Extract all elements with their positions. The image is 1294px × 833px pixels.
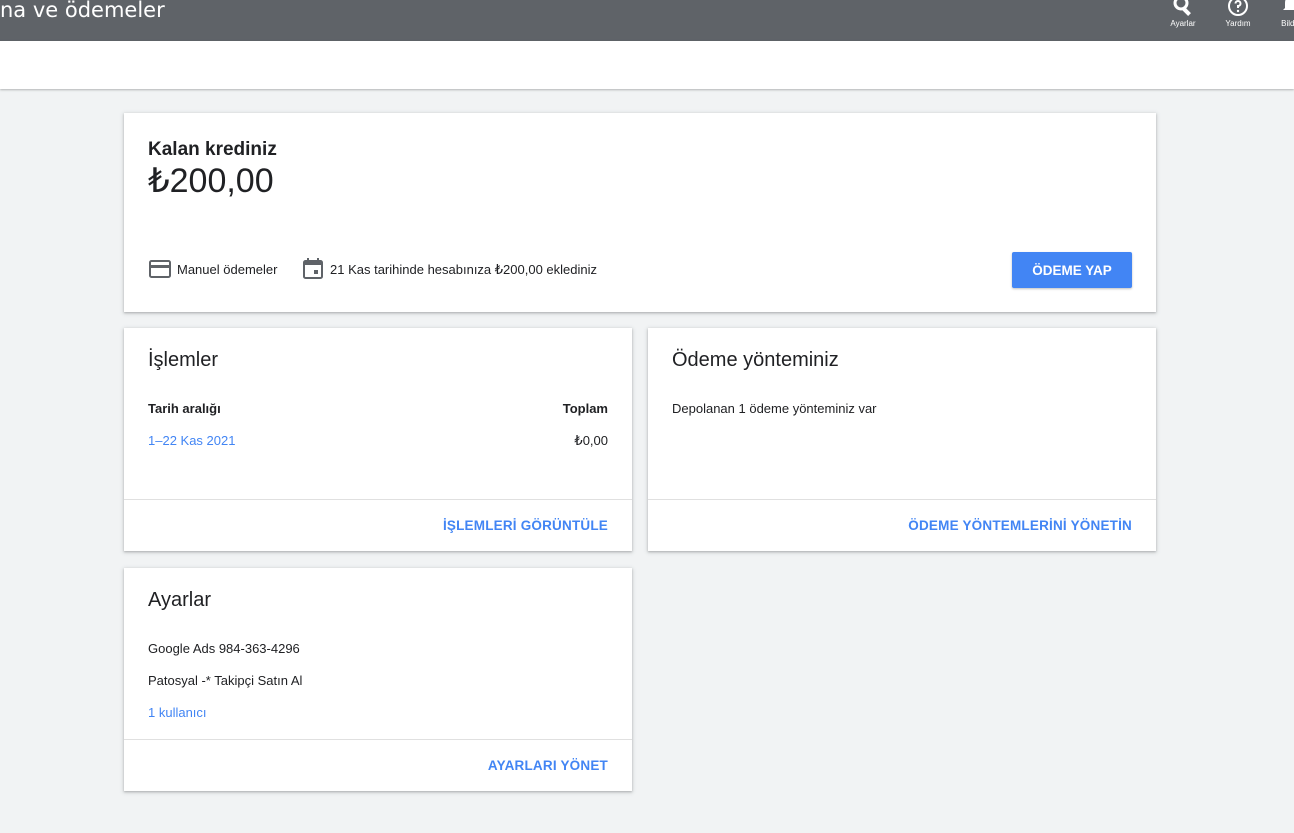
- credit-card: Kalan krediniz ₺200,00 Manuel ödemeler 2…: [124, 113, 1156, 312]
- help-icon: [1228, 0, 1248, 16]
- bell-icon: [1283, 0, 1294, 10]
- account-name: Patosyal -* Takipçi Satın Al: [148, 673, 303, 688]
- tool-settings-label: Ayarlar: [1170, 19, 1196, 28]
- payment-method-card: Ödeme yönteminiz Depolanan 1 ödeme yönte…: [648, 328, 1156, 551]
- account-id: Google Ads 984-363-4296: [148, 641, 300, 656]
- divider: [124, 739, 632, 740]
- top-app-bar: na ve ödemeler Ayarlar Yardım Bildir: [0, 0, 1294, 41]
- transactions-card: İşlemler Tarih aralığı Toplam 1–22 Kas 2…: [124, 328, 632, 551]
- credit-card-icon: [149, 260, 171, 278]
- date-range-link[interactable]: 1–22 Kas 2021: [148, 433, 235, 448]
- payment-method-title: Ödeme yönteminiz: [672, 349, 839, 371]
- tool-notifications-label: Bildir: [1281, 19, 1294, 28]
- payment-method-description: Depolanan 1 ödeme yönteminiz var: [672, 401, 877, 416]
- last-added-info: 21 Kas tarihinde hesabınıza ₺200,00 ekle…: [330, 262, 598, 277]
- tool-help[interactable]: Yardım: [1216, 0, 1260, 41]
- view-transactions-button[interactable]: İŞLEMLERİ GÖRÜNTÜLE: [443, 518, 608, 533]
- transactions-title: İşlemler: [148, 349, 219, 371]
- divider: [648, 499, 1156, 500]
- payment-type-label: Manuel ödemeler: [177, 262, 278, 277]
- total-value: ₺0,00: [574, 433, 608, 448]
- credit-amount: ₺200,00: [148, 162, 274, 200]
- settings-title: Ayarlar: [148, 589, 211, 611]
- credit-title: Kalan krediniz: [148, 139, 277, 160]
- tool-notifications[interactable]: Bildir: [1268, 0, 1294, 41]
- make-payment-button[interactable]: ÖDEME YAP: [1012, 252, 1132, 288]
- settings-card: Ayarlar Google Ads 984-363-4296 Patosyal…: [124, 568, 632, 791]
- divider: [124, 499, 632, 500]
- manage-payment-methods-button[interactable]: ÖDEME YÖNTEMLERİNİ YÖNETİN: [908, 518, 1132, 533]
- sub-header-bar: [0, 41, 1294, 89]
- tool-help-label: Yardım: [1225, 19, 1251, 28]
- total-header: Toplam: [562, 401, 608, 416]
- manage-settings-button[interactable]: AYARLARI YÖNET: [488, 758, 608, 773]
- calendar-icon: [303, 258, 323, 279]
- page-title: na ve ödemeler: [0, 0, 165, 22]
- users-link[interactable]: 1 kullanıcı: [148, 705, 207, 720]
- tool-settings[interactable]: Ayarlar: [1161, 0, 1205, 41]
- date-range-header: Tarih aralığı: [148, 401, 221, 416]
- wrench-icon: [1173, 0, 1191, 16]
